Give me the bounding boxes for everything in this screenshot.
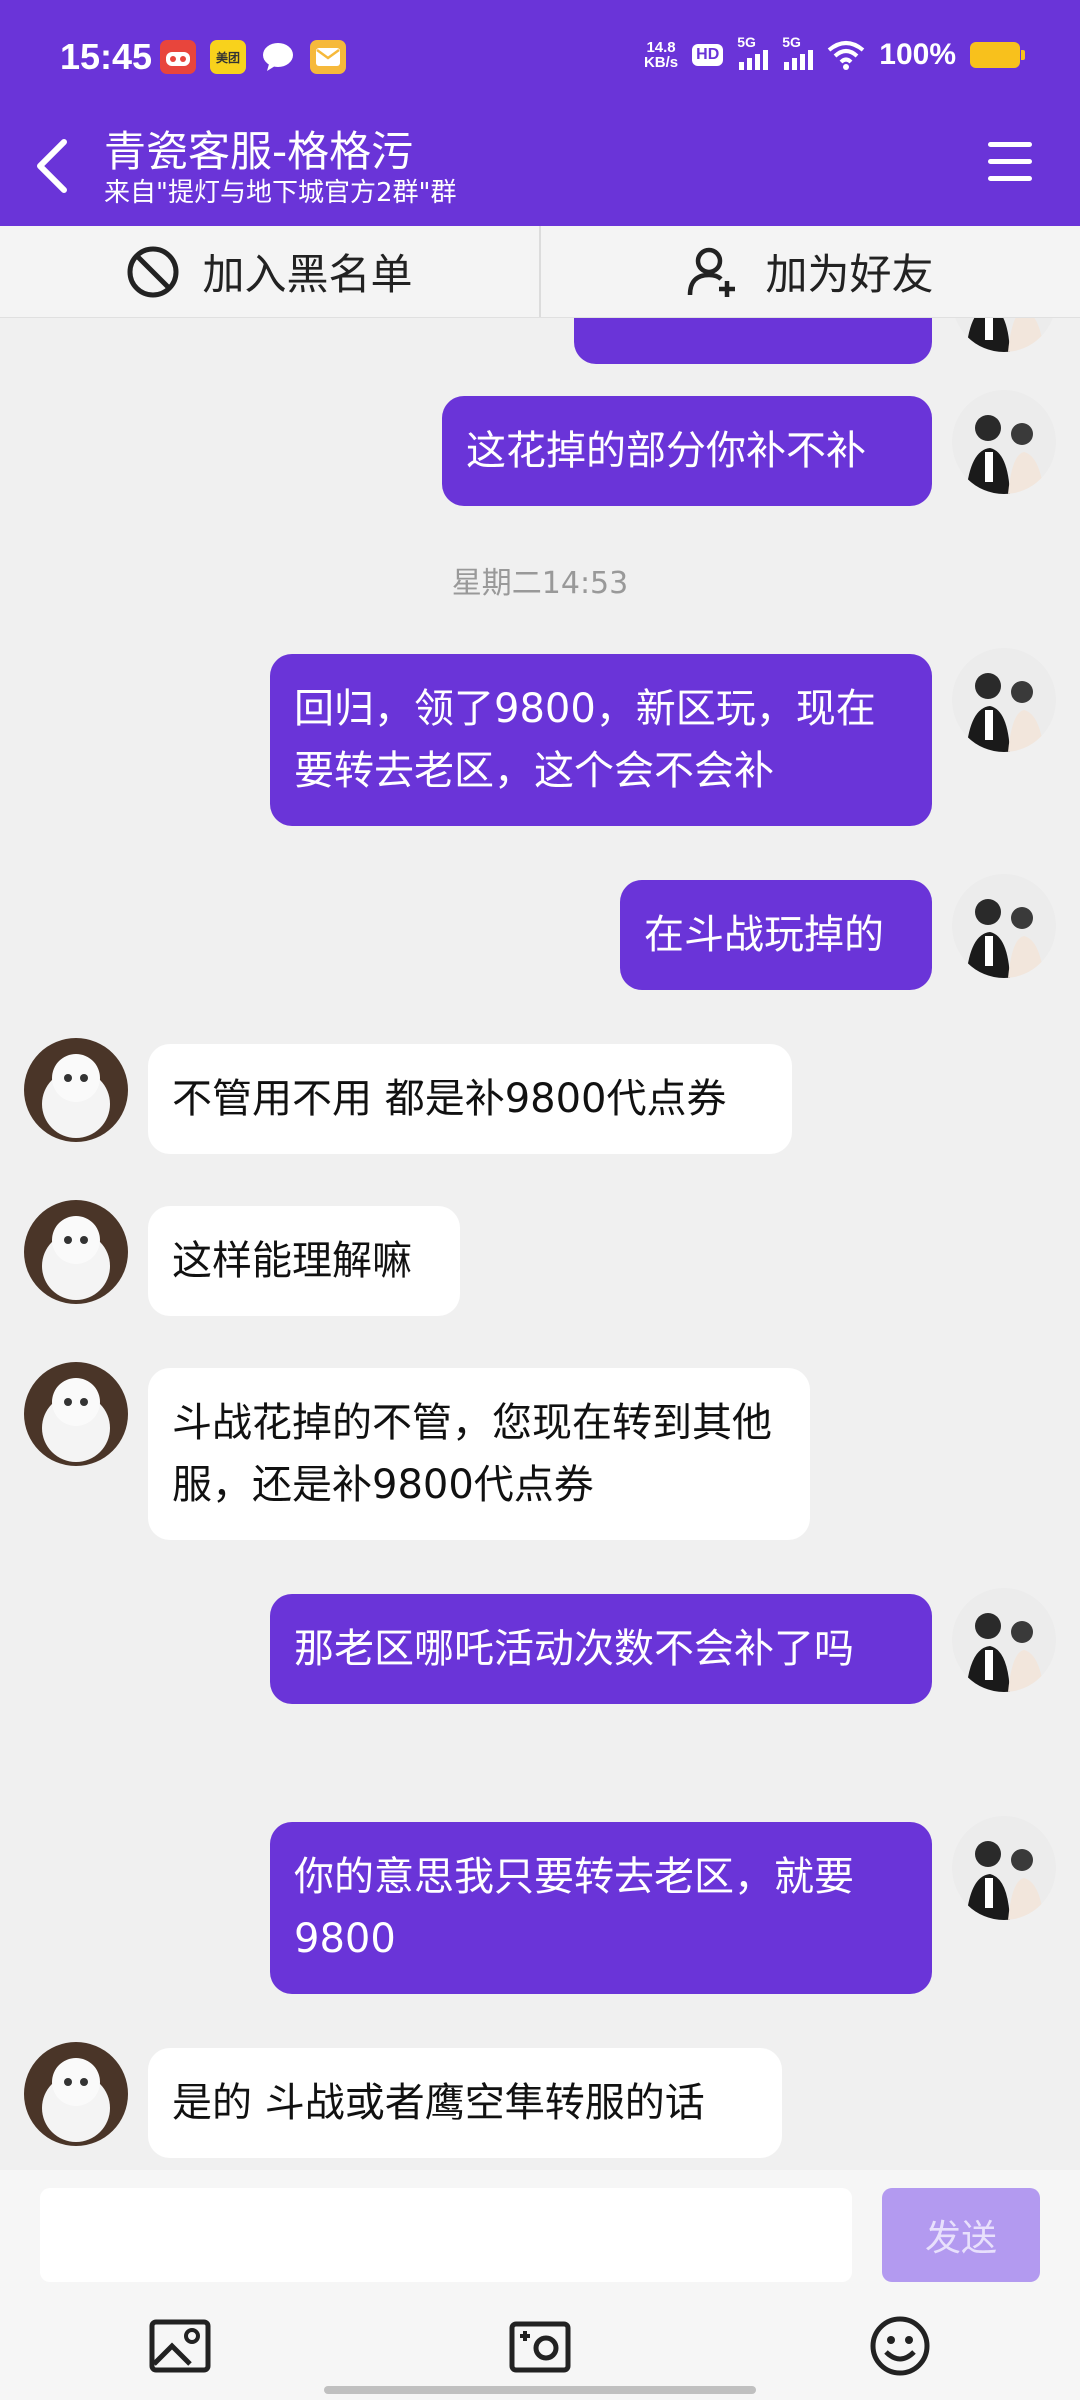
mail-icon (310, 40, 346, 74)
home-indicator[interactable] (324, 2386, 756, 2394)
chat-messages[interactable]: 这花掉的部分你补不补 星期二14:53 回归，领了9800，新区玩，现在要转去老… (0, 318, 1080, 2170)
image-button[interactable] (148, 2314, 212, 2378)
action-row: 加入黑名单 加为好友 (0, 226, 1080, 318)
status-bar: 15:45 美团 14.8 KB/s HD 5G 5G 100% (0, 0, 1080, 110)
message-bubble[interactable]: 那老区哪吒活动次数不会补了吗 (270, 1594, 932, 1704)
my-avatar[interactable] (952, 318, 1056, 352)
back-button[interactable] (24, 130, 80, 200)
camera-button[interactable] (508, 2314, 572, 2378)
my-avatar[interactable] (952, 1588, 1056, 1692)
my-avatar[interactable] (952, 390, 1056, 494)
message-input[interactable] (40, 2188, 852, 2282)
contact-avatar[interactable] (24, 1038, 128, 1142)
top-bar: 15:45 美团 14.8 KB/s HD 5G 5G 100% 青瓷客服-格格… (0, 0, 1080, 226)
camera-icon (509, 2321, 571, 2373)
menu-icon (988, 142, 1032, 147)
game-app-icon (160, 40, 196, 74)
meituan-icon: 美团 (210, 40, 246, 74)
signal-sim2-icon: 5G (782, 34, 814, 70)
add-friend-button[interactable]: 加为好友 (539, 226, 1080, 317)
status-time: 15:45 (60, 36, 153, 77)
notification-icons: 美团 (160, 40, 346, 74)
wifi-icon (827, 41, 865, 70)
contact-avatar[interactable] (24, 1200, 128, 1304)
message-timestamp: 星期二14:53 (451, 566, 629, 601)
message-bubble[interactable]: 你的意思我只要转去老区，就要9800 (270, 1822, 932, 1994)
contact-avatar[interactable] (24, 1362, 128, 1466)
net-speed: 14.8 KB/s (643, 39, 679, 71)
add-user-icon (688, 247, 736, 297)
message-bubble[interactable]: 回归，领了9800，新区玩，现在要转去老区，这个会不会补 (270, 654, 932, 826)
message-bubble[interactable]: 斗战花掉的不管，您现在转到其他服，还是补9800代点券 (148, 1368, 810, 1540)
message-bubble[interactable]: 不管用不用 都是补9800代点券 (148, 1044, 792, 1154)
message-bubble[interactable]: 这花掉的部分你补不补 (442, 396, 932, 506)
message-bubble-partial[interactable] (574, 318, 932, 364)
battery-percent: 100% (879, 38, 956, 71)
menu-button[interactable] (988, 142, 1036, 186)
add-friend-label: 加为好友 (765, 250, 934, 299)
battery-icon (970, 42, 1025, 68)
composer: 发送 (0, 2170, 1080, 2400)
chat-title: 青瓷客服-格格污 (104, 127, 414, 176)
send-button[interactable]: 发送 (882, 2188, 1040, 2282)
chevron-left-icon (37, 139, 67, 193)
my-avatar[interactable] (952, 874, 1056, 978)
message-bubble[interactable]: 是的 斗战或者鹰空隼转服的话 (148, 2048, 782, 2158)
my-avatar[interactable] (952, 648, 1056, 752)
emoji-icon (870, 2316, 930, 2376)
block-icon (127, 246, 179, 297)
status-right: 14.8 KB/s HD 5G 5G 100% (643, 34, 1025, 72)
message-bubble[interactable]: 这样能理解嘛 (148, 1206, 460, 1316)
hd-badge: HD (692, 44, 724, 66)
emoji-button[interactable] (868, 2314, 932, 2378)
image-icon (149, 2319, 211, 2373)
signal-sim1-icon: 5G (737, 34, 769, 70)
blacklist-label: 加入黑名单 (202, 250, 413, 299)
title-bar: 青瓷客服-格格污 来自"提灯与地下城官方2群"群 (0, 110, 1080, 226)
message-bubble[interactable]: 在斗战玩掉的 (620, 880, 932, 990)
chat-bubble-icon (260, 40, 296, 74)
add-to-blacklist-button[interactable]: 加入黑名单 (0, 226, 539, 317)
chat-subtitle: 来自"提灯与地下城官方2群"群 (104, 178, 457, 208)
contact-avatar[interactable] (24, 2042, 128, 2146)
my-avatar[interactable] (952, 1816, 1056, 1920)
